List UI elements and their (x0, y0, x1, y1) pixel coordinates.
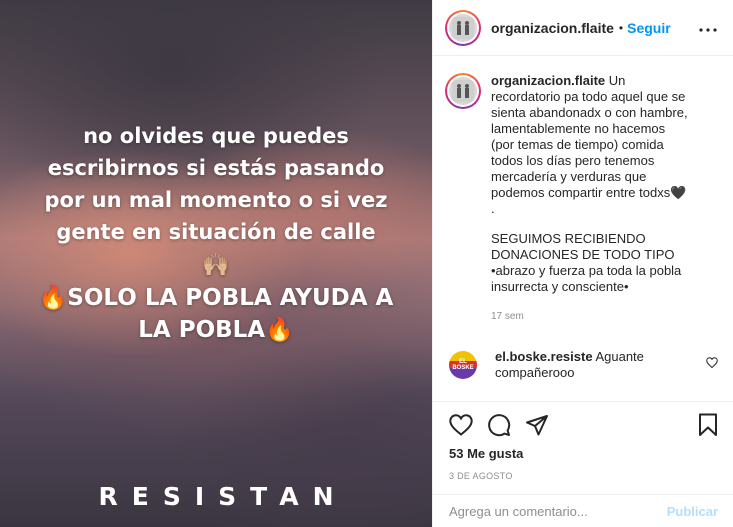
like-heart-icon[interactable] (449, 414, 473, 436)
comment-body: el.boske.resiste Aguante compañerooo (495, 349, 685, 381)
image-text-line: escribirnos si estás pasando (47, 156, 385, 180)
image-footer-text: RESISTAN (98, 482, 348, 511)
caption-donations: SEGUIMOS RECIBIENDO DONACIONES DE TODO T… (491, 231, 675, 262)
comment-username[interactable]: el.boske.resiste (495, 349, 593, 364)
caption-username[interactable]: organizacion.flaite (491, 73, 605, 88)
comment-bubble-icon[interactable] (487, 413, 511, 437)
caption-timestamp[interactable]: 17 sem (491, 309, 691, 325)
avatar[interactable] (445, 9, 481, 46)
separator-dot: • (618, 20, 624, 35)
post-date[interactable]: 3 DE AGOSTO (449, 471, 718, 481)
post-image[interactable]: no olvides que puedes escribirnos si est… (0, 0, 432, 527)
profile-picture-icon (452, 16, 474, 39)
slogan-line: 🔥SOLO LA POBLA AYUDA A (38, 285, 394, 311)
more-options-icon[interactable] (699, 19, 717, 37)
post-actions: 53 Me gusta 3 DE AGOSTO (433, 401, 733, 481)
post-header: organizacion.flaite • Seguir (433, 0, 733, 56)
hands-emoji: 🙌🏼 (202, 253, 230, 278)
caption-greeting: •abrazo y fuerza pa toda la pobla insurr… (491, 263, 682, 294)
slogan-line: LA POBLA🔥 (138, 317, 294, 343)
caption-body: organizacion.flaite Un recordatorio pa t… (491, 73, 691, 325)
caption: organizacion.flaite Un recordatorio pa t… (445, 73, 718, 325)
like-comment-heart-icon[interactable] (706, 355, 718, 371)
publish-button[interactable]: Publicar (667, 504, 718, 519)
like-count[interactable]: 53 Me gusta (449, 446, 718, 461)
follow-button[interactable]: Seguir (627, 20, 671, 36)
post-image-text: no olvides que puedes escribirnos si est… (0, 120, 432, 346)
post-side-panel: organizacion.flaite • Seguir organizacio… (432, 0, 733, 527)
avatar[interactable] (445, 73, 481, 109)
add-comment-bar: Publicar (433, 494, 733, 527)
profile-picture-icon (452, 80, 474, 102)
header-username[interactable]: organizacion.flaite (491, 20, 614, 36)
image-text-line: por un mal momento o si vez (44, 188, 388, 212)
bookmark-save-icon[interactable] (698, 413, 718, 437)
caption-dot-line: . (491, 201, 495, 216)
image-text-line: gente en situación de calle (56, 220, 376, 244)
comment-input[interactable] (449, 503, 667, 519)
comment-row: EL BOSKE el.boske.resiste Aguante compañ… (445, 347, 718, 381)
caption-text: Un recordatorio pa todo aquel que se sie… (491, 73, 688, 200)
image-text-line: no olvides que puedes (83, 124, 349, 148)
comments-section[interactable]: organizacion.flaite Un recordatorio pa t… (433, 57, 733, 401)
avatar[interactable]: EL BOSKE (449, 351, 477, 379)
share-send-icon[interactable] (525, 413, 549, 437)
